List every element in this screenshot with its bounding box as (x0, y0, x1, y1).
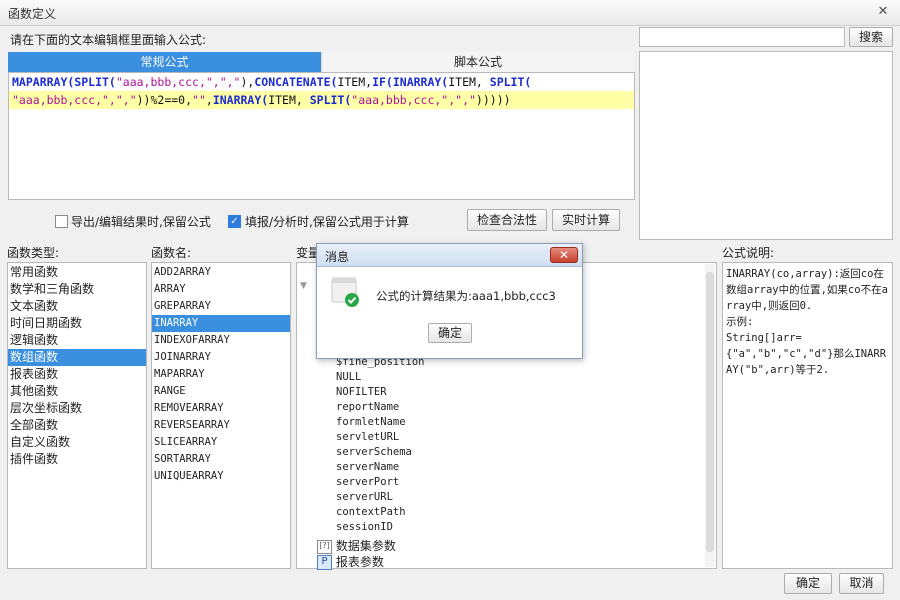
dialog-title-bar: 消息 ✕ (317, 244, 582, 267)
code-token: ))%2==0, (136, 93, 193, 107)
fill-keep-checkbox[interactable]: ✓ (228, 215, 241, 228)
variable-item[interactable]: serverSchema (336, 445, 425, 460)
function-type-item[interactable]: 逻辑函数 (8, 332, 146, 349)
var-group-dataset[interactable]: [?] 数据集参数 (317, 537, 396, 554)
success-icon (331, 276, 361, 308)
types-header: 函数类型: (7, 246, 60, 260)
code-token: MAPARRAY( (12, 75, 75, 89)
function-name-item[interactable]: REMOVEARRAY (152, 400, 290, 417)
function-name-item[interactable]: JOINARRAY (152, 349, 290, 366)
function-name-item[interactable]: INDEXOFARRAY (152, 332, 290, 349)
message-dialog: 消息 ✕ 公式的计算结果为:aaa1,bbb,ccc3 确定 (316, 243, 583, 359)
function-type-item[interactable]: 时间日期函数 (8, 315, 146, 332)
search-button[interactable]: 搜索 (849, 27, 893, 47)
code-token: INARRAY( (212, 93, 269, 107)
code-token: "" (192, 93, 206, 107)
fill-keep-label: 填报/分析时,保留公式用于计算 (245, 215, 409, 229)
tab-script-formula[interactable]: 脚本公式 (321, 52, 634, 72)
function-name-item[interactable]: UNIQUEARRAY (152, 468, 290, 485)
function-name-item[interactable]: INARRAY (152, 315, 290, 332)
variable-item[interactable]: servletURL (336, 430, 425, 445)
variable-item[interactable]: formletName (336, 415, 425, 430)
function-type-item[interactable]: 文本函数 (8, 298, 146, 315)
close-icon[interactable]: ✕ (876, 5, 890, 19)
code-token: ITEM, (448, 75, 490, 89)
function-name-item[interactable]: REVERSEARRAY (152, 417, 290, 434)
export-keep-checkbox[interactable] (55, 215, 68, 228)
var-group-report[interactable]: P 报表参数 (317, 553, 384, 570)
function-name-item[interactable]: SLICEARRAY (152, 434, 290, 451)
variable-item[interactable]: serverName (336, 460, 425, 475)
function-type-item[interactable]: 其他函数 (8, 383, 146, 400)
code-token: SPLIT( (309, 93, 352, 107)
code-token: "aaa,bbb,ccc,","," (12, 93, 137, 107)
editor-line-1: MAPARRAY(SPLIT("aaa,bbb,ccc,",","),CONCA… (9, 73, 634, 91)
code-token: IF( (372, 75, 393, 89)
realtime-calc-button[interactable]: 实时计算 (552, 209, 620, 231)
function-name-item[interactable]: SORTARRAY (152, 451, 290, 468)
title-bar: 函数定义 ✕ (0, 0, 900, 26)
editor-line-2: "aaa,bbb,ccc,",","))%2==0,"",INARRAY(ITE… (9, 91, 634, 109)
function-name-item[interactable]: ADD2ARRAY (152, 264, 290, 281)
prompt-label: 请在下面的文本编辑框里面输入公式: (10, 33, 207, 47)
tab-normal-formula[interactable]: 常规公式 (8, 52, 321, 72)
variable-item[interactable]: contextPath (336, 505, 425, 520)
export-keep-label: 导出/编辑结果时,保留公式 (71, 215, 211, 229)
check-validity-button[interactable]: 检查合法性 (467, 209, 547, 231)
report-param-icon: P (317, 555, 332, 570)
variable-item[interactable]: serverURL (336, 490, 425, 505)
function-name-item[interactable]: GREPARRAY (152, 298, 290, 315)
function-type-item[interactable]: 数学和三角函数 (8, 281, 146, 298)
variables-scrollbar[interactable] (705, 264, 715, 567)
code-token: SPLIT( (74, 75, 116, 89)
scrollbar-thumb[interactable] (706, 272, 714, 552)
function-type-item[interactable]: 常用函数 (8, 264, 146, 281)
code-token: SPLIT( (489, 75, 532, 89)
function-type-item[interactable]: 数组函数 (8, 349, 146, 366)
function-type-item[interactable]: 全部函数 (8, 417, 146, 434)
code-token: ITEM, (337, 75, 373, 89)
function-name-item[interactable]: ARRAY (152, 281, 290, 298)
code-token: ITEM, (268, 93, 310, 107)
code-token: , (205, 93, 213, 107)
formula-description: INARRAY(co,array):返回co在数组array中的位置,如果co不… (722, 262, 893, 569)
variable-item[interactable]: NOFILTER (336, 385, 425, 400)
code-token: ))))) (475, 93, 511, 107)
variable-item[interactable]: reportName (336, 400, 425, 415)
function-type-item[interactable]: 报表函数 (8, 366, 146, 383)
function-name-item[interactable]: RANGE (152, 383, 290, 400)
code-token: "aaa,bbb,ccc,","," (351, 93, 476, 107)
checkmark-icon: ✓ (230, 216, 239, 227)
search-results-panel (639, 51, 893, 240)
function-name-item[interactable]: MAPARRAY (152, 366, 290, 383)
function-types-list: 常用函数 数学和三角函数 文本函数 时间日期函数 逻辑函数 数组函数 报表函数 其他函数 层次坐… (7, 262, 147, 569)
dialog-title: 消息 (325, 250, 350, 264)
code-token: ), (240, 75, 255, 89)
dialog-message: 公式的计算结果为:aaa1,bbb,ccc3 (376, 289, 556, 303)
window-title: 函数定义 (8, 7, 57, 21)
variables-list: $fine_position NULL NOFILTER reportName form… (336, 355, 425, 535)
search-input[interactable] (639, 27, 845, 47)
dataset-param-icon: [?] (317, 539, 332, 554)
tree-expand-icon[interactable]: ▼ (300, 281, 307, 291)
variable-item[interactable]: sessionID (336, 520, 425, 535)
desc-header: 公式说明: (722, 246, 775, 260)
code-token: CONCATENATE( (254, 75, 338, 89)
variable-item[interactable]: NULL (336, 370, 425, 385)
function-type-item[interactable]: 自定义函数 (8, 434, 146, 451)
formula-editor[interactable]: MAPARRAY(SPLIT("aaa,bbb,ccc,",","),CONCA… (8, 72, 635, 200)
var-group-dataset-label: 数据集参数 (335, 539, 396, 553)
dialog-close-icon[interactable]: ✕ (550, 247, 578, 263)
dialog-ok-button[interactable]: 确定 (428, 323, 472, 343)
cancel-button[interactable]: 取消 (839, 573, 884, 594)
code-token: "aaa,bbb,ccc,","," (115, 75, 241, 89)
variable-item[interactable]: serverPort (336, 475, 425, 490)
code-token: INARRAY( (392, 75, 449, 89)
names-header: 函数名: (151, 246, 192, 260)
ok-button[interactable]: 确定 (784, 573, 832, 594)
var-group-report-label: 报表参数 (335, 555, 384, 569)
function-names-list: ADD2ARRAY ARRAY GREPARRAY INARRAY INDEXOFARR… (151, 262, 291, 569)
function-type-item[interactable]: 层次坐标函数 (8, 400, 146, 417)
function-type-item[interactable]: 插件函数 (8, 451, 146, 468)
